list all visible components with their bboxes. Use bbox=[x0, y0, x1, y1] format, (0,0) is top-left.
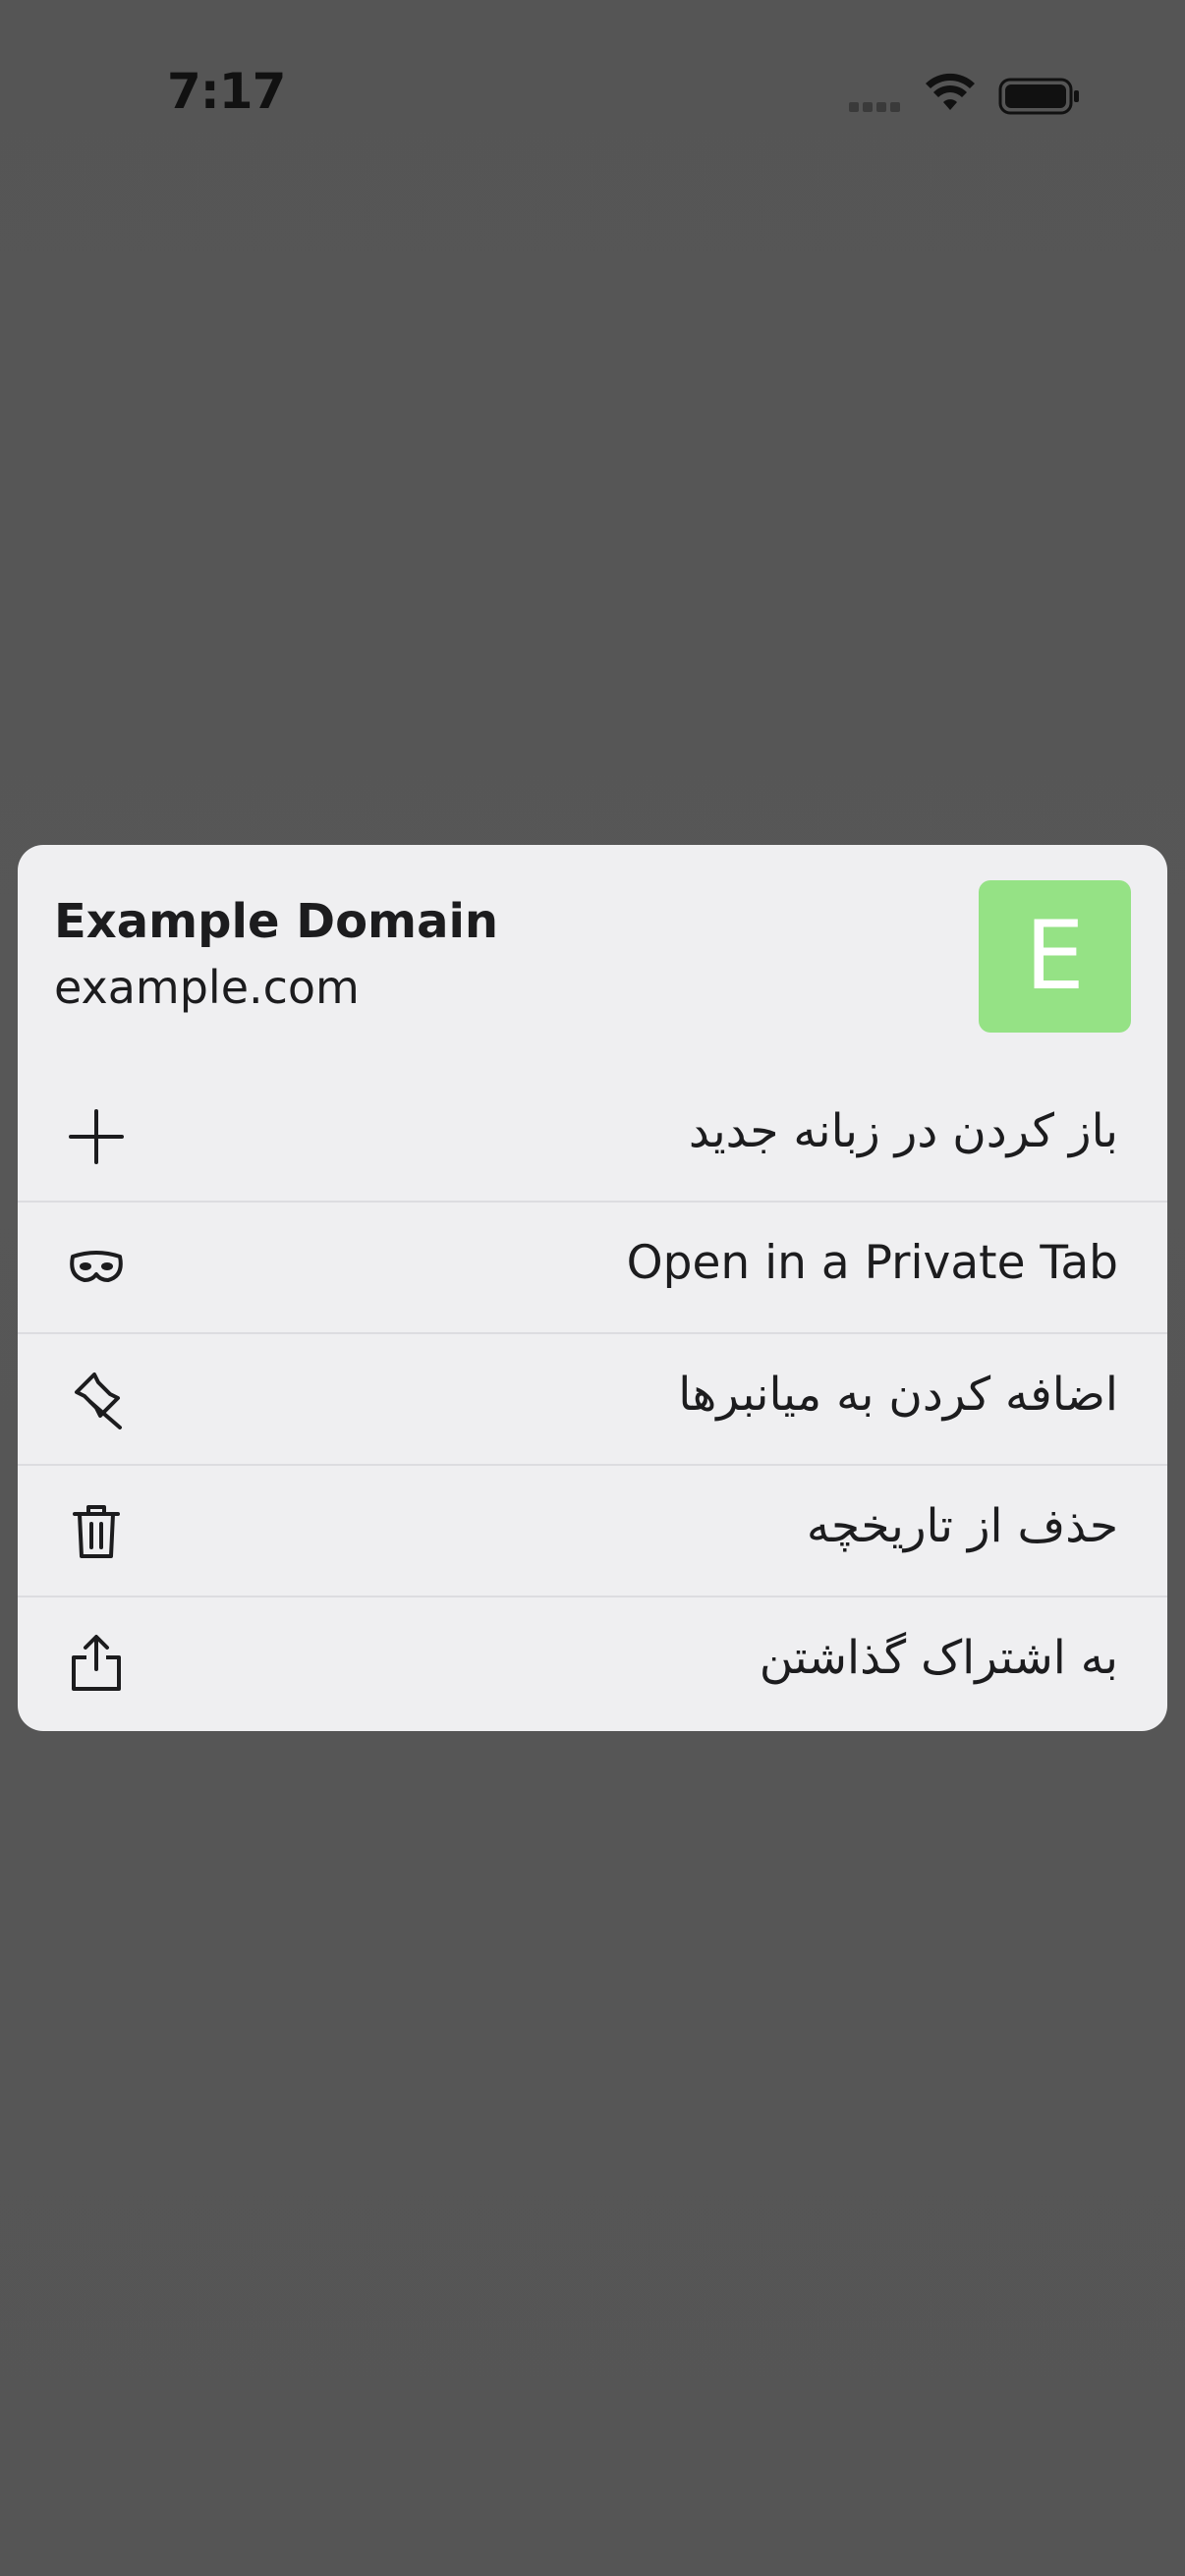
open-in-private-tab-label: Open in a Private Tab bbox=[626, 1236, 1118, 1290]
cellular-signal-icon bbox=[849, 102, 908, 116]
share-icon bbox=[72, 1635, 121, 1691]
site-favicon: E bbox=[979, 880, 1131, 1033]
open-in-new-tab-label: باز کردن در زبانه جدید bbox=[688, 1104, 1118, 1158]
pin-icon bbox=[75, 1372, 122, 1429]
share-label: به اشتراک گذاشتن bbox=[759, 1631, 1118, 1685]
plus-icon bbox=[69, 1109, 124, 1164]
open-in-new-tab-item[interactable]: باز کردن در زبانه جدید bbox=[18, 1071, 1167, 1203]
add-to-shortcuts-label: اضافه کردن به میانبرها bbox=[678, 1368, 1118, 1422]
status-time: 7:17 bbox=[167, 63, 286, 120]
wifi-icon bbox=[926, 73, 975, 110]
site-url: example.com bbox=[54, 961, 360, 1014]
private-mask-icon bbox=[70, 1251, 123, 1282]
battery-icon bbox=[998, 78, 1079, 115]
menu-list: باز کردن در زبانه جدید Open in a Private… bbox=[18, 1071, 1167, 1729]
remove-from-history-label: حذف از تاریخچه bbox=[806, 1499, 1118, 1553]
trash-icon bbox=[73, 1505, 120, 1558]
open-in-private-tab-item[interactable]: Open in a Private Tab bbox=[18, 1203, 1167, 1334]
context-menu: Example Domain example.com E باز کردن در… bbox=[18, 845, 1167, 1731]
menu-header: Example Domain example.com E bbox=[18, 845, 1167, 1071]
remove-from-history-item[interactable]: حذف از تاریخچه bbox=[18, 1466, 1167, 1597]
share-item[interactable]: به اشتراک گذاشتن bbox=[18, 1597, 1167, 1729]
add-to-shortcuts-item[interactable]: اضافه کردن به میانبرها bbox=[18, 1334, 1167, 1466]
site-title: Example Domain bbox=[54, 894, 499, 949]
status-bar: 7:17 bbox=[0, 0, 1185, 187]
